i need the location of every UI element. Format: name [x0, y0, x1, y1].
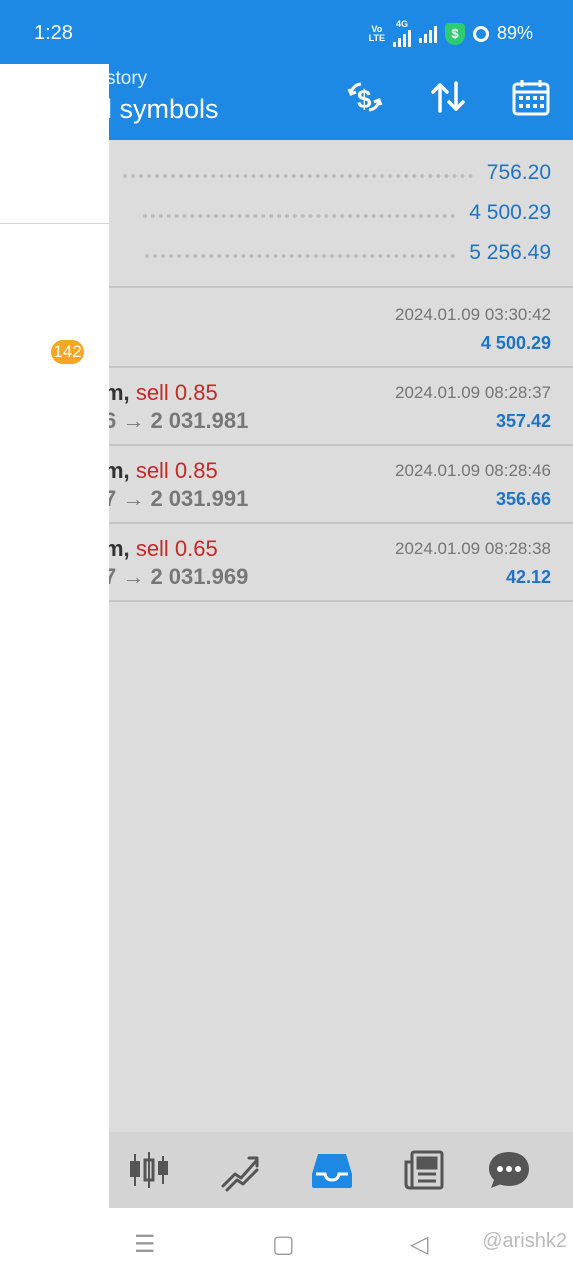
- security-shield-icon: $: [444, 22, 465, 45]
- watermark: @arishk2: [482, 1230, 567, 1252]
- signal-4g: 4G: [392, 19, 411, 47]
- notification-badge: 142: [51, 340, 84, 364]
- deal-profit: 356.66: [495, 489, 551, 509]
- deal-prices: 7 → 2 031.991: [104, 486, 249, 511]
- quotes-icon[interactable]: [125, 1146, 173, 1194]
- signal-bars-icon: [392, 29, 411, 47]
- back-icon[interactable]: ◁: [410, 1230, 428, 1259]
- history-icon[interactable]: [308, 1146, 356, 1194]
- deal-prices: 6 → 2 031.981: [104, 408, 249, 433]
- deal-time: 2024.01.09 08:28:37: [395, 383, 551, 402]
- deal-side: sell 0.85: [135, 380, 218, 405]
- summary-value: 756.20: [486, 161, 551, 184]
- dotted-leader: [145, 254, 456, 258]
- summary-row: 4 500.29: [143, 198, 551, 228]
- status-time: 1:28: [34, 22, 73, 44]
- summary-value: 5 256.49: [469, 241, 551, 264]
- recent-apps-icon[interactable]: ☰: [134, 1230, 156, 1259]
- drawer-divider: [0, 223, 109, 224]
- battery-level: 89%: [496, 23, 533, 43]
- deal-title: m, sell 0.65: [104, 536, 218, 562]
- calendar-icon[interactable]: [510, 76, 552, 118]
- deal-title: m, sell 0.85: [104, 380, 218, 406]
- dotted-leader: [122, 174, 473, 178]
- dotted-leader: [143, 214, 456, 218]
- chart-icon[interactable]: [217, 1146, 265, 1194]
- news-icon[interactable]: [400, 1146, 448, 1194]
- home-icon[interactable]: ▢: [272, 1230, 295, 1259]
- summary-row: 756.20: [122, 158, 551, 188]
- deal-side: sell 0.65: [135, 536, 218, 561]
- signal-bars-icon-2: [418, 25, 437, 43]
- network-type: 4G: [395, 19, 408, 29]
- system-navigation: ☰ ▢ ◁ @arishk2: [0, 1208, 573, 1280]
- deal-profit: 357.42: [495, 411, 551, 431]
- deposit-amount: 4 500.29: [480, 333, 551, 353]
- currency-exchange-icon[interactable]: $: [344, 76, 386, 118]
- status-icons: Vo LTE 4G $ 89%: [369, 20, 533, 47]
- battery-icon: [472, 25, 489, 42]
- app-title-top: story: [106, 68, 148, 89]
- volte-indicator: Vo LTE: [368, 24, 385, 43]
- deal-profit: 42.12: [505, 567, 551, 587]
- app-title-main[interactable]: ll symbols: [100, 94, 219, 125]
- status-bar: 1:28 Vo LTE 4G $ 89%: [0, 0, 573, 64]
- deal-title: m, sell 0.85: [104, 458, 218, 484]
- chat-icon[interactable]: [485, 1146, 533, 1194]
- summary-row: 5 256.49: [145, 238, 551, 268]
- deal-side: sell 0.85: [135, 458, 218, 483]
- sort-icon[interactable]: [427, 76, 469, 118]
- deposit-time: 2024.01.09 03:30:42: [395, 305, 551, 324]
- deal-time: 2024.01.09 08:28:38: [395, 539, 551, 558]
- deal-prices: 7 → 2 031.969: [104, 564, 249, 589]
- navigation-drawer[interactable]: 142: [0, 64, 109, 1208]
- volte-bottom: LTE: [368, 32, 385, 43]
- summary-value: 4 500.29: [469, 201, 551, 224]
- deal-time: 2024.01.09 08:28:46: [395, 461, 551, 480]
